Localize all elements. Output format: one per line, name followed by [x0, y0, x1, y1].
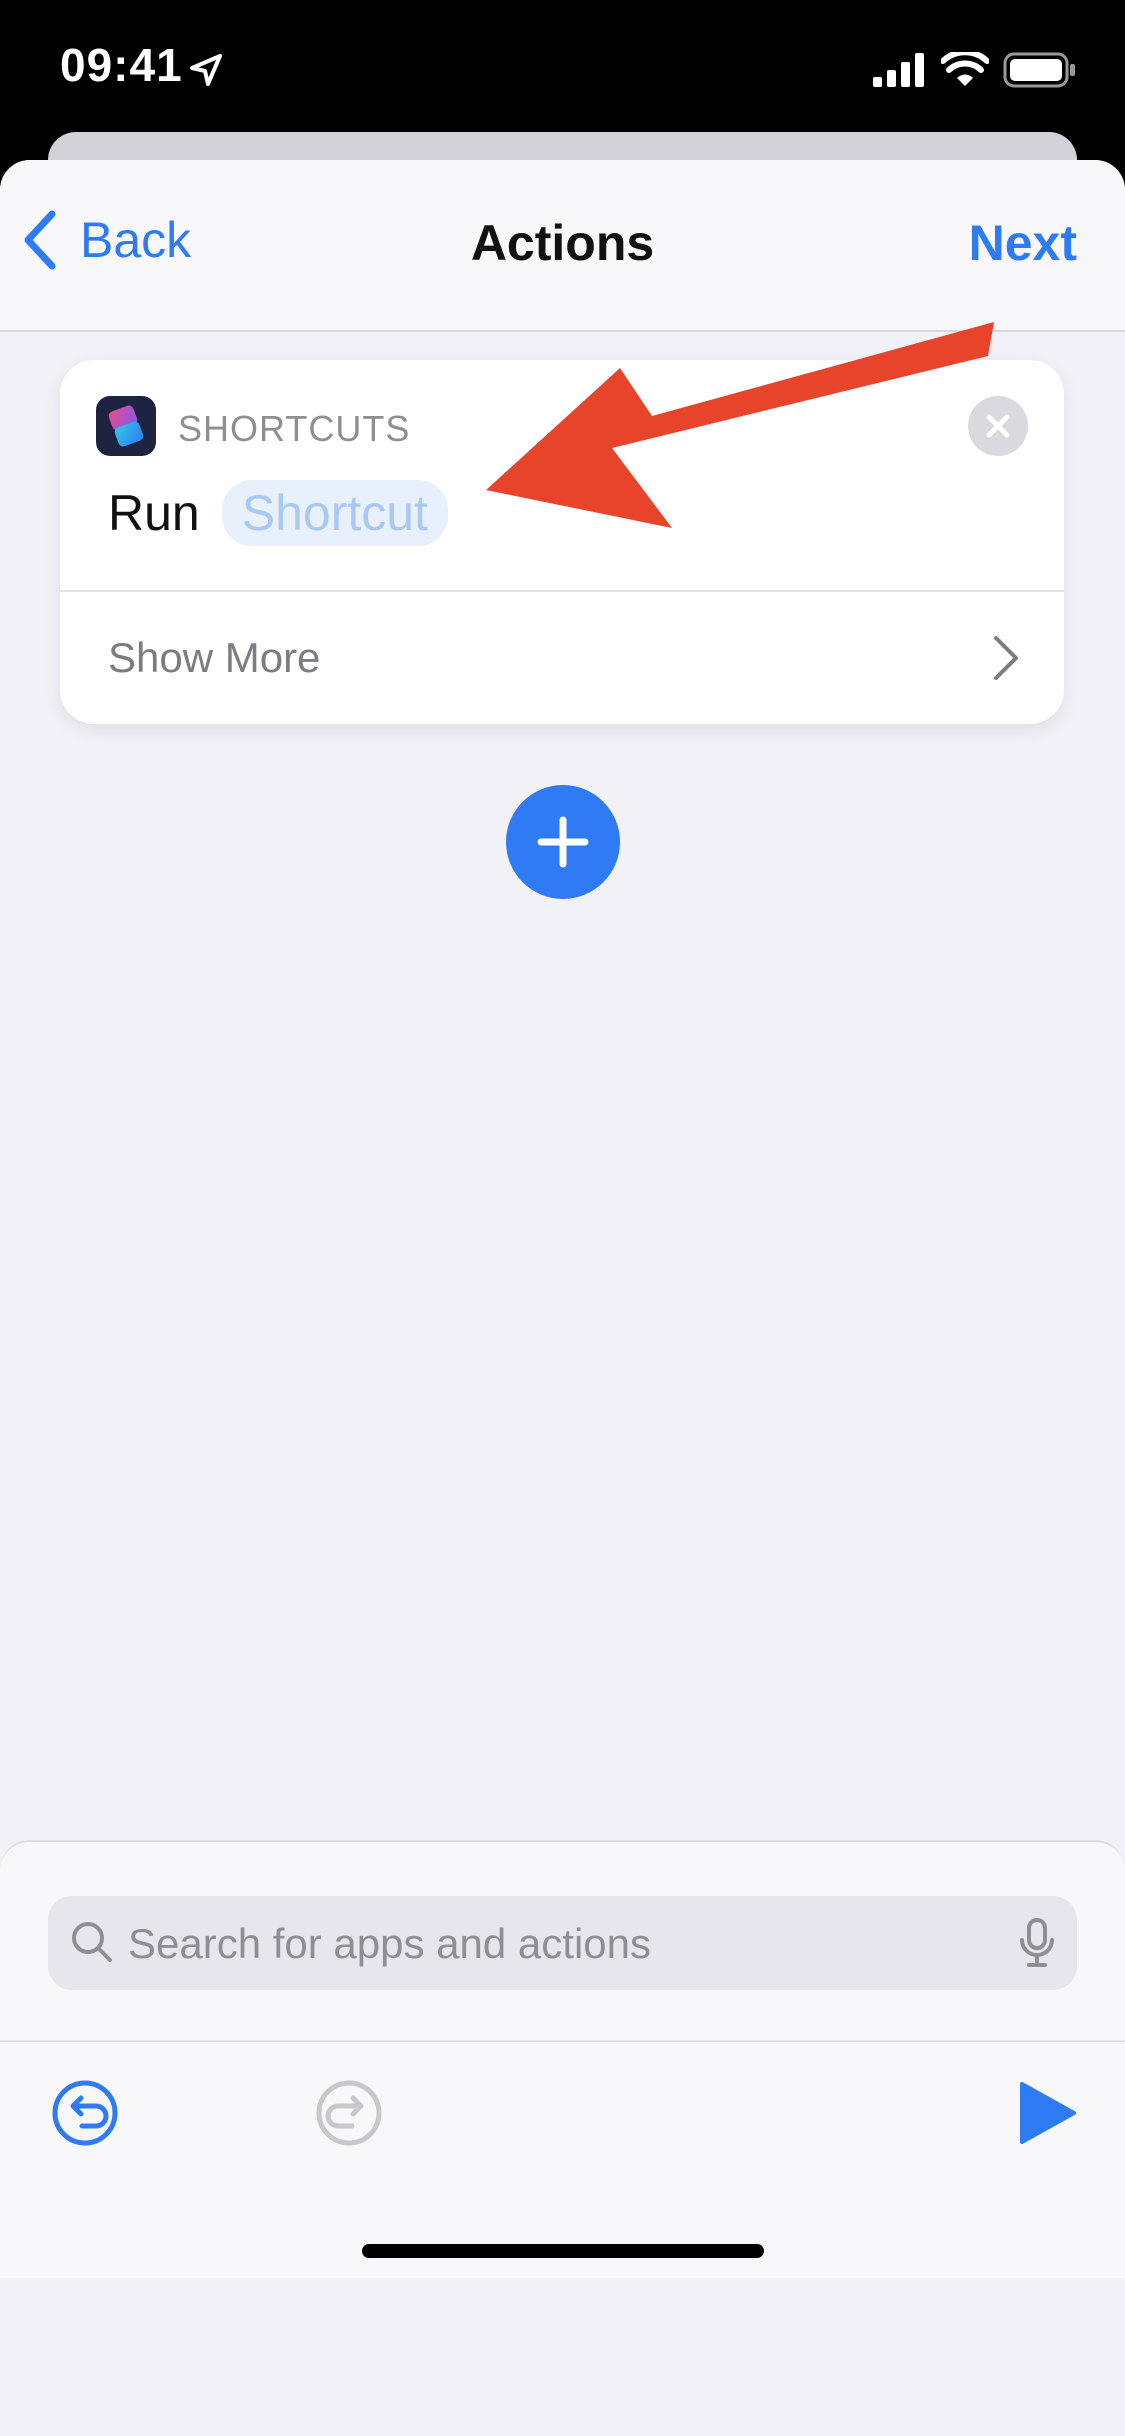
wifi-icon — [941, 52, 989, 86]
cellular-signal-icon — [873, 53, 924, 87]
plus-icon — [537, 816, 589, 868]
undo-icon[interactable] — [50, 2078, 120, 2148]
chevron-right-icon — [994, 636, 1018, 680]
navigation-bar: Back Actions Next — [0, 160, 1125, 332]
editor-toolbar — [0, 2040, 1125, 2278]
search-placeholder: Search for apps and actions — [128, 1920, 651, 1967]
close-icon — [986, 414, 1010, 438]
shortcuts-app-icon — [96, 396, 156, 456]
home-indicator — [362, 2244, 764, 2258]
action-verb: Run — [108, 485, 200, 541]
search-icon — [72, 1922, 112, 1962]
status-indicators — [873, 48, 1077, 92]
page-title: Actions — [470, 215, 655, 271]
remove-action-button[interactable] — [968, 396, 1028, 456]
search-input[interactable]: Search for apps and actions — [48, 1896, 1077, 1990]
shortcut-parameter-token[interactable]: Shortcut — [221, 480, 448, 546]
microphone-icon[interactable] — [1019, 1918, 1055, 1968]
battery-icon — [1003, 52, 1075, 88]
add-action-button[interactable] — [506, 785, 620, 899]
card-app-name: SHORTCUTS — [178, 408, 411, 449]
show-more-label: Show More — [108, 634, 321, 681]
next-button[interactable]: Next — [969, 214, 1077, 272]
location-arrow-icon — [190, 54, 222, 86]
run-shortcut-action-card[interactable]: SHORTCUTS Run Shortcut Show More — [60, 360, 1064, 724]
redo-icon[interactable] — [314, 2078, 384, 2148]
play-icon[interactable] — [1010, 2078, 1080, 2148]
status-time: 09:41 — [60, 39, 183, 91]
show-more-row[interactable]: Show More — [60, 592, 1064, 724]
action-summary: Run Shortcut — [108, 478, 448, 548]
